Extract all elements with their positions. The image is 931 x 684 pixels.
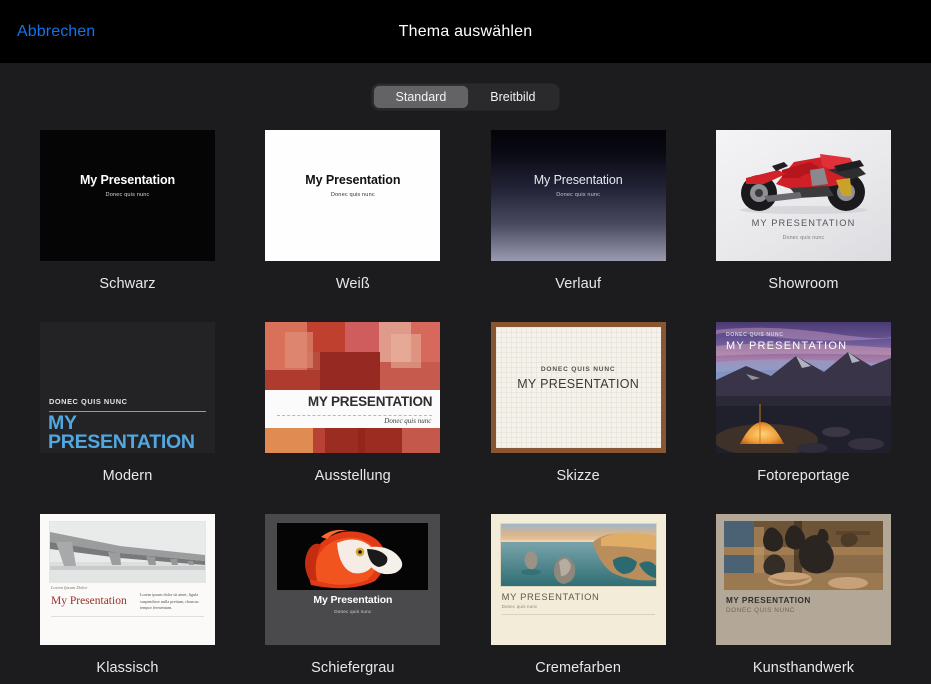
slide-title: My Presentation [305, 173, 401, 187]
slide-preview: DONEC QUIS NUNC MY PRESENTATION [490, 322, 666, 453]
slide-title: My Presentation [51, 595, 127, 607]
slide-subtitle: DONEC QUIS NUNC [540, 366, 616, 373]
theme-thumbnail-modern[interactable]: DONEC QUIS NUNC MY PRESENTATION [40, 318, 215, 457]
bridge-photo [50, 522, 205, 582]
slide-title: MY PRESENTATION [501, 591, 600, 602]
slide-subtitle: Donec quis nunc [556, 192, 601, 198]
theme-card-schwarz[interactable]: My Presentation Donec quis nunc Schwarz [40, 126, 215, 318]
theme-thumbnail-schiefergrau[interactable]: My Presentation Donec quis nunc [265, 510, 441, 649]
theme-name-label: Showroom [768, 276, 839, 292]
slide-title: MY PRESENTATION [725, 340, 848, 352]
motorcycle-image [739, 154, 868, 214]
theme-name-label: Kunsthandwerk [752, 660, 855, 676]
dialog-title: Thema auswählen [398, 22, 533, 40]
slide-preview: DONEC QUIS NUNC MY PRESENTATION [715, 322, 891, 453]
slide-preview: My Presentation Donec quis nunc [265, 514, 441, 645]
segmented-control-container: Standard Breitbild [0, 63, 931, 110]
slide-subtitle: Donec quis nunc [782, 235, 825, 241]
theme-name-label: Klassisch [96, 660, 159, 676]
theme-thumbnail-kunsthandwerk[interactable]: MY PRESENTATION DONEC QUIS NUNC [715, 510, 891, 649]
theme-thumbnail-weiss[interactable]: My Presentation Donec quis nunc [265, 126, 441, 265]
slide-subtitle: Donec quis nunc [334, 609, 372, 614]
theme-thumbnail-ausstellung[interactable]: MY PRESENTATION Donec quis nunc [265, 318, 441, 457]
theme-name-label: Fotoreportage [757, 468, 850, 484]
slide-subtitle: Donec quis nunc [105, 192, 150, 198]
theme-name-label: Weiß [335, 276, 370, 292]
dialog-title-bar: Abbrechen Thema auswählen [0, 0, 931, 63]
slide-subtitle: DONEC QUIS NUNC [49, 397, 128, 406]
theme-thumbnail-showroom[interactable]: MY PRESENTATION Donec quis nunc [715, 126, 891, 265]
theme-card-skizze[interactable]: DONEC QUIS NUNC MY PRESENTATION Skizze [490, 318, 666, 510]
slide-title: MY PRESENTATION [751, 218, 856, 228]
slide-title: MY PRESENTATION [48, 413, 195, 453]
theme-card-fotoreportage[interactable]: DONEC QUIS NUNC MY PRESENTATION Fotorepo… [715, 318, 891, 510]
slide-preview: MY PRESENTATION Donec quis nunc [715, 130, 891, 261]
slide-title: My Presentation [533, 173, 623, 187]
abstract-red-artwork [265, 322, 441, 453]
slide-divider [501, 614, 655, 615]
slide-preview: MY PRESENTATION Donec quis nunc [490, 514, 666, 645]
slide-preview: My Presentation Donec quis nunc [265, 130, 441, 261]
tab-standard[interactable]: Standard [373, 86, 469, 108]
slide-title: MY PRESENTATION [725, 596, 811, 605]
slide-preview: MY PRESENTATION DONEC QUIS NUNC [715, 514, 891, 645]
slide-divider [49, 411, 206, 412]
parrot-photo [277, 523, 429, 590]
theme-card-modern[interactable]: DONEC QUIS NUNC MY PRESENTATION Modern [40, 318, 215, 510]
theme-name-label: Schiefergrau [311, 660, 395, 676]
theme-thumbnail-schwarz[interactable]: My Presentation Donec quis nunc [40, 126, 215, 265]
slide-subtitle: Donec quis nunc [330, 192, 375, 198]
slide-divider [51, 616, 204, 617]
coastal-arch-photo [500, 524, 656, 586]
theme-card-showroom[interactable]: MY PRESENTATION Donec quis nunc Showroom [715, 126, 891, 318]
theme-name-label: Schwarz [99, 276, 156, 292]
slide-preview: My Presentation Donec quis nunc [40, 130, 215, 261]
slide-subtitle: Donec quis nunc [384, 417, 432, 425]
pottery-photo-frame [723, 521, 883, 590]
theme-name-label: Modern [102, 468, 153, 484]
theme-name-label: Cremefarben [535, 660, 622, 676]
slide-subtitle: DONEC QUIS NUNC [725, 332, 784, 338]
theme-grid: My Presentation Donec quis nunc Schwarz … [0, 110, 931, 684]
slide-subtitle: DONEC QUIS NUNC [725, 607, 795, 614]
theme-thumbnail-skizze[interactable]: DONEC QUIS NUNC MY PRESENTATION [490, 318, 666, 457]
theme-thumbnail-fotoreportage[interactable]: DONEC QUIS NUNC MY PRESENTATION [715, 318, 891, 457]
aspect-ratio-segmented-control[interactable]: Standard Breitbild [371, 84, 560, 110]
slide-subtitle: Donec quis nunc [501, 604, 538, 609]
theme-thumbnail-klassisch[interactable]: Lorem Ipsum Dolor My Presentation Lorem … [40, 510, 215, 649]
slide-caption: Lorem Ipsum Dolor [51, 585, 88, 590]
slide-preview: My Presentation Donec quis nunc [490, 130, 666, 261]
parrot-photo-frame [277, 523, 429, 590]
theme-name-label: Skizze [556, 468, 600, 484]
theme-card-cremefarben[interactable]: MY PRESENTATION Donec quis nunc Cremefar… [490, 510, 666, 684]
theme-name-label: Verlauf [555, 276, 602, 292]
theme-thumbnail-cremefarben[interactable]: MY PRESENTATION Donec quis nunc [490, 510, 666, 649]
slide-preview: MY PRESENTATION Donec quis nunc [265, 322, 441, 453]
theme-card-weiss[interactable]: My Presentation Donec quis nunc Weiß [265, 126, 441, 318]
slide-title: My Presentation [313, 594, 393, 606]
cancel-button[interactable]: Abbrechen [17, 23, 95, 41]
slide-preview: DONEC QUIS NUNC MY PRESENTATION [40, 322, 215, 453]
theme-name-label: Ausstellung [314, 468, 391, 484]
theme-card-schiefergrau[interactable]: My Presentation Donec quis nunc Schiefer… [265, 510, 441, 684]
slide-body-text: Lorem ipsum dolor sit amet, ligula suspe… [140, 592, 199, 610]
theme-card-klassisch[interactable]: Lorem Ipsum Dolor My Presentation Lorem … [40, 510, 215, 684]
theme-thumbnail-verlauf[interactable]: My Presentation Donec quis nunc [490, 126, 666, 265]
tab-breitbild[interactable]: Breitbild [468, 86, 557, 108]
theme-card-kunsthandwerk[interactable]: MY PRESENTATION DONEC QUIS NUNC Kunsthan… [715, 510, 891, 684]
slide-title: MY PRESENTATION [517, 377, 640, 391]
theme-card-ausstellung[interactable]: MY PRESENTATION Donec quis nunc Ausstell… [265, 318, 441, 510]
theme-card-verlauf[interactable]: My Presentation Donec quis nunc Verlauf [490, 126, 666, 318]
slide-divider [277, 415, 433, 416]
slide-title: My Presentation [79, 173, 176, 187]
pottery-photo [723, 521, 883, 590]
slide-preview: Lorem Ipsum Dolor My Presentation Lorem … [40, 514, 215, 645]
slide-title: MY PRESENTATION [307, 394, 433, 409]
